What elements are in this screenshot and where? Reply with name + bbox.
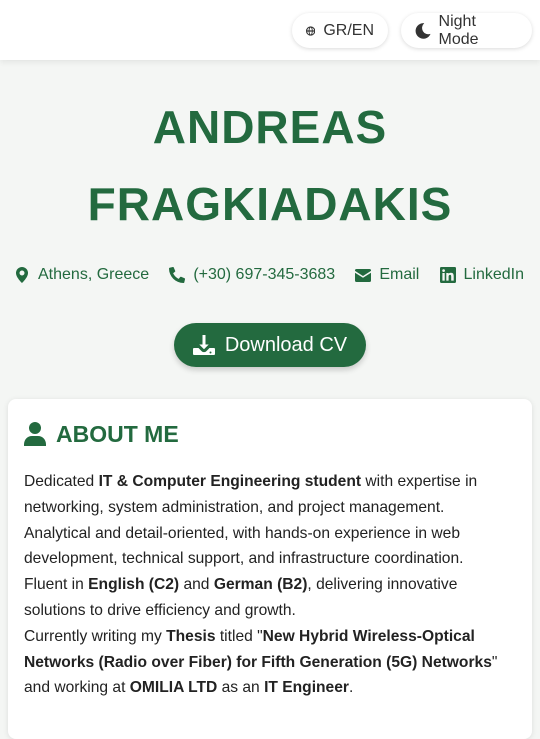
text-run: titled ": [215, 627, 263, 645]
user-icon: [24, 422, 46, 446]
globe-icon: [306, 25, 316, 36]
text-run: Dedicated: [24, 473, 99, 490]
night-mode-button[interactable]: Night Mode: [401, 13, 532, 48]
phone-text: (+30) 697-345-3683: [193, 266, 336, 283]
contact-list: Athens, Greece (+30) 697-345-3683 Email …: [0, 266, 540, 284]
language-toggle-button[interactable]: GR/EN: [292, 13, 388, 48]
highlight-english: English (C2): [88, 576, 180, 594]
text-run: and: [179, 576, 214, 594]
location-text: Athens, Greece: [38, 266, 150, 283]
phone-icon: [169, 267, 186, 283]
linkedin-text: LinkedIn: [463, 266, 525, 283]
about-paragraph-1: Dedicated IT & Computer Engineering stud…: [24, 469, 516, 521]
text-run: as an: [217, 679, 265, 697]
contact-location: Athens, Greece: [14, 266, 149, 284]
name-first: ANDREAS: [152, 101, 388, 153]
text-run: .: [348, 679, 354, 697]
linkedin-icon: [439, 267, 456, 283]
highlight-degree: IT & Computer Engineering student: [98, 473, 362, 490]
name-last: FRAGKIADAKIS: [87, 178, 453, 230]
highlight-thesis: Thesis: [166, 627, 216, 645]
highlight-company: OMILIA LTD: [129, 679, 218, 697]
highlight-role: IT Engineer: [264, 679, 349, 697]
text-run: Fluent in: [24, 576, 89, 594]
map-marker-icon: [16, 267, 28, 283]
about-paragraph-4: Currently writing my Thesis titled "New …: [24, 624, 516, 701]
email-text: Email: [379, 266, 420, 283]
about-paragraph-2: Analytical and detail-oriented, with han…: [24, 524, 464, 568]
download-cv-button[interactable]: Download CV: [174, 323, 366, 367]
envelope-icon: [355, 269, 372, 282]
about-me-title: ABOUT ME: [56, 420, 179, 447]
contact-phone-link[interactable]: (+30) 697-345-3683: [169, 266, 335, 284]
download-cv-label: Download CV: [224, 333, 348, 356]
about-me-card: ABOUT ME Dedicated IT & Computer Enginee…: [8, 399, 532, 739]
about-paragraph-3: Fluent in English (C2) and German (B2), …: [24, 572, 516, 624]
about-me-text: Dedicated IT & Computer Engineering stud…: [24, 469, 516, 701]
download-icon: [192, 335, 215, 355]
text-run: Currently writing my: [24, 627, 167, 645]
highlight-german: German (B2): [213, 576, 308, 594]
top-bar: GR/EN Night Mode: [0, 0, 540, 60]
language-label: GR/EN: [323, 21, 374, 39]
about-me-heading: ABOUT ME: [24, 419, 516, 449]
night-mode-label: Night Mode: [438, 12, 479, 48]
contact-linkedin-link[interactable]: LinkedIn: [439, 266, 525, 284]
contact-email-link[interactable]: Email: [355, 266, 419, 284]
moon-icon: [415, 22, 431, 39]
